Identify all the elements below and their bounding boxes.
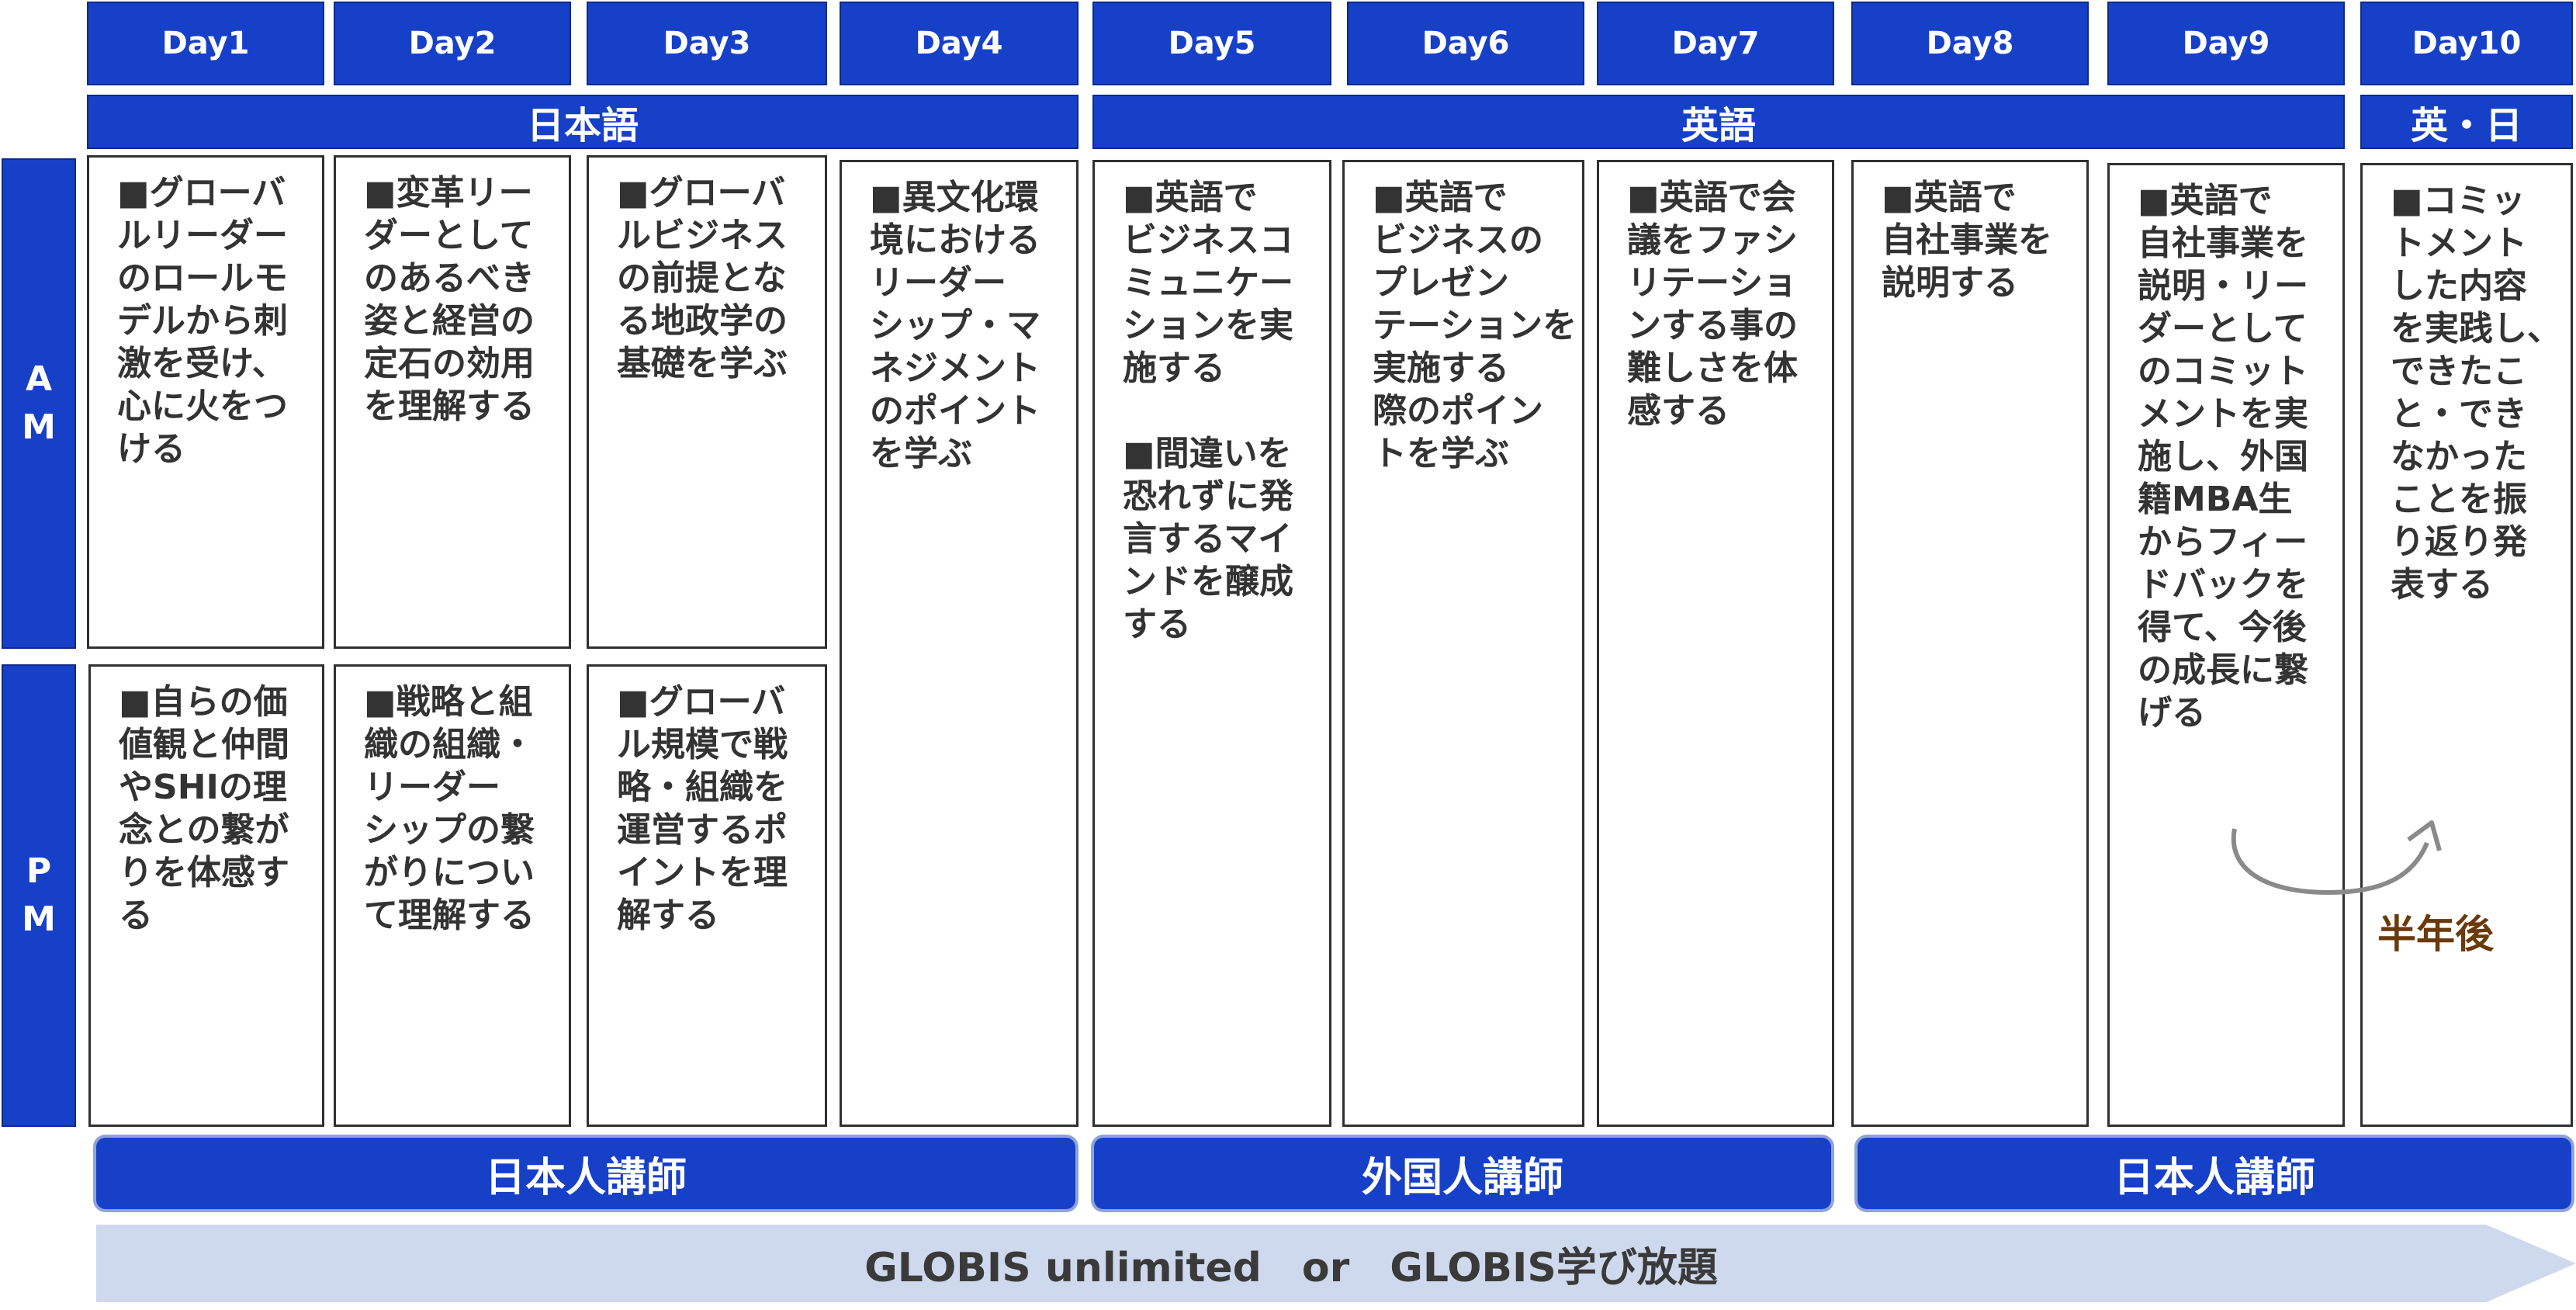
half-year-label: 半年後 [2377, 912, 2494, 957]
day4-cell: ■異文化環 境における リーダー シップ・マ ネジメント のポイント を学ぶ [840, 160, 1079, 1127]
day3-header: Day3 [587, 2, 827, 85]
day2-pm-cell: ■戦略と組 織の組織・ リーダー シップの繋 がりについ て理解する [334, 664, 571, 1127]
language-english: 英語 [1092, 95, 2345, 149]
day5-header: Day5 [1092, 2, 1331, 85]
day7-cell: ■英語で会 議をファシ リテーショ ンする事の 難しさを体 感する [1597, 160, 1834, 1127]
day9-cell: ■英語で 自社事業を 説明・リー ダーとして のコミット メントを実 施し、外国… [2107, 163, 2345, 1127]
instructor-japanese-2: 日本人講師 [1858, 1138, 2571, 1209]
day10-header: Day10 [2360, 2, 2573, 85]
day1-am-cell: ■グローバ ルリーダー のロールモ デルから刺 激を受け、 心に火をつ ける [87, 155, 324, 649]
day3-pm-cell: ■グローバ ル規模で戦 略・組織を 運営するポ イントを理 解する [587, 664, 827, 1127]
day6-cell: ■英語で ビジネスの プレゼン テーションを 実施する 際のポイン トを学ぶ [1342, 160, 1584, 1127]
instructor-foreign: 外国人講師 [1094, 1138, 1831, 1209]
day2-am-cell: ■変革リー ダーとして のあるべき 姿と経営の 定石の効用 を理解する [334, 155, 571, 649]
day1-pm-cell: ■自らの価 値観と仲間 やSHIの理 念との繋が りを体感す る [88, 664, 324, 1127]
half-year-curve-arrow-icon [2231, 820, 2442, 896]
instructor-japanese-1: 日本人講師 [96, 1138, 1075, 1209]
day6-header: Day6 [1347, 2, 1584, 85]
language-english-japanese: 英・日 [2360, 95, 2573, 149]
am-label: A M [2, 158, 76, 649]
day1-header: Day1 [87, 2, 324, 85]
pm-label: P M [2, 664, 76, 1127]
day4-header: Day4 [840, 2, 1079, 85]
day8-header: Day8 [1851, 2, 2089, 85]
platform-label: GLOBIS unlimited or GLOBIS学び放題 [864, 1244, 1718, 1291]
day9-header: Day9 [2107, 2, 2345, 85]
language-japanese: 日本語 [87, 95, 1079, 149]
day3-am-cell: ■グローバ ルビジネス の前提とな る地政学の 基礎を学ぶ [587, 155, 827, 649]
day7-header: Day7 [1597, 2, 1834, 85]
day2-header: Day2 [334, 2, 571, 85]
day10-cell: ■コミッ トメント した内容 を実践し、 できたこ と・でき なかった ことを振… [2360, 163, 2573, 1127]
day5-cell: ■英語で ビジネスコ ミュニケー ションを実 施する ■間違いを 恐れずに発 言… [1092, 160, 1331, 1127]
day8-cell: ■英語で 自社事業を 説明する [1851, 160, 2089, 1127]
